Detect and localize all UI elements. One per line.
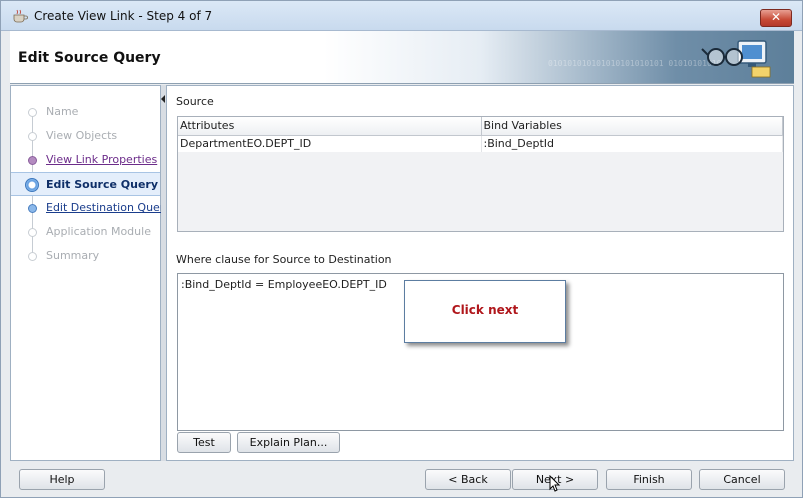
close-button[interactable]: ✕ [760,9,792,27]
step-label: View Objects [46,129,118,142]
callout-text: Click next [451,303,519,317]
step-edit-destination-query[interactable]: Edit Destination Query [11,196,171,220]
step-application-module: Application Module [11,220,160,244]
wizard-window: Create View Link - Step 4 of 7 ✕ Edit So… [0,0,803,498]
table-header-row: Attributes Bind Variables [178,117,783,136]
header-banner: Edit Source Query 0101010101010101010101… [10,31,794,84]
step-edit-source-query[interactable]: Edit Source Query [11,172,160,196]
step-dot-icon [28,108,37,117]
step-label: Edit Source Query [46,178,159,191]
window-title: Create View Link - Step 4 of 7 [34,9,213,23]
step-label: Name [46,105,79,118]
step-dot-icon [28,156,37,165]
back-button[interactable]: < Back [425,469,511,490]
explain-plan-button[interactable]: Explain Plan... [237,432,340,453]
step-dot-icon [28,252,37,261]
collapse-arrow-icon[interactable] [161,95,165,103]
finish-button[interactable]: Finish [606,469,692,490]
page-title: Edit Source Query [18,50,161,66]
binary-decoration: 010101010101010101010101 01010101010 [548,59,722,68]
step-summary: Summary [11,244,160,268]
cancel-button[interactable]: Cancel [699,469,785,490]
test-button[interactable]: Test [177,432,231,453]
instruction-callout: Click next [404,280,566,343]
coffee-cup-icon [13,9,28,23]
step-view-objects: View Objects [11,124,160,148]
title-bar[interactable]: Create View Link - Step 4 of 7 ✕ [1,1,802,31]
current-step-icon [25,178,39,192]
main-content: Source Attributes Bind Variables Departm… [166,85,794,461]
table-row[interactable]: DepartmentEO.DEPT_ID :Bind_DeptId [178,135,783,152]
wizard-glasses-icon [701,40,771,78]
button-bar: Help < Back Next > Finish Cancel [10,461,794,497]
help-button[interactable]: Help [19,469,105,490]
step-dot-icon [28,228,37,237]
source-label: Source [176,95,214,108]
cell-bind-variable[interactable]: :Bind_DeptId [481,135,783,152]
column-header-attributes[interactable]: Attributes [178,117,482,136]
source-table[interactable]: Attributes Bind Variables DepartmentEO.D… [177,116,784,232]
step-label: Application Module [46,225,151,238]
cell-attribute[interactable]: DepartmentEO.DEPT_ID [178,135,482,152]
step-name: Name [11,100,160,124]
step-dot-icon [28,204,37,213]
step-view-link-properties[interactable]: View Link Properties [11,148,160,172]
step-label[interactable]: Edit Destination Query [46,201,171,214]
wizard-steps-sidebar: Name View Objects View Link Properties E… [10,85,171,461]
step-label[interactable]: View Link Properties [46,153,157,166]
column-header-bind-variables[interactable]: Bind Variables [481,117,783,136]
step-dot-icon [28,132,37,141]
mouse-cursor-icon [549,475,561,492]
where-clause-label: Where clause for Source to Destination [176,253,392,266]
step-label: Summary [46,249,100,262]
